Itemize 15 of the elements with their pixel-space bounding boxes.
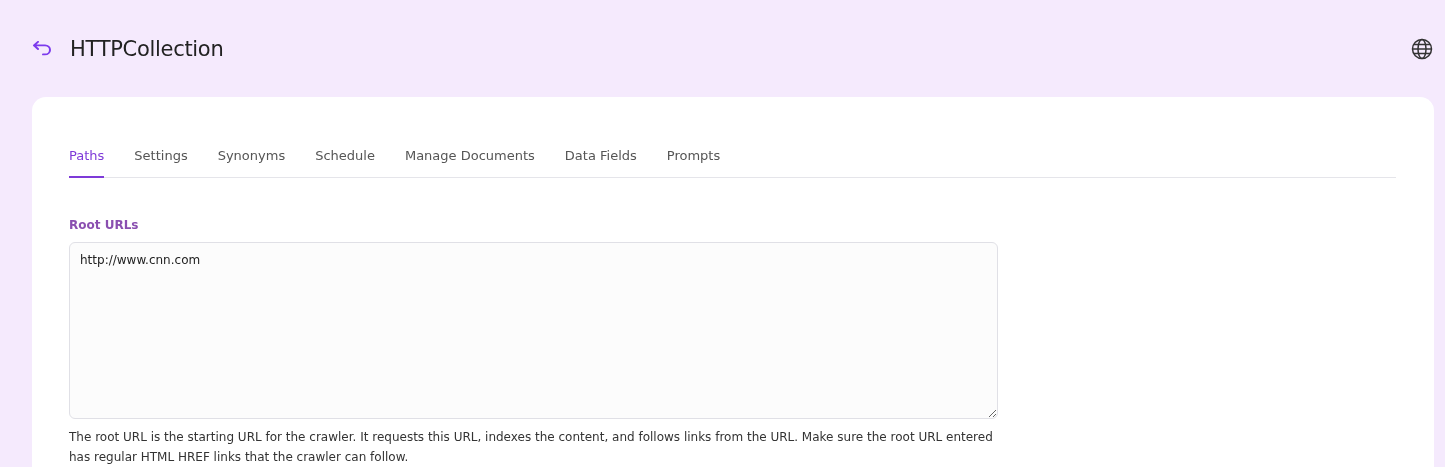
tab[interactable]: Data Fields — [564, 143, 637, 178]
globe-icon — [1411, 37, 1433, 60]
tab[interactable]: Settings — [134, 143, 188, 178]
back-button[interactable] — [32, 40, 52, 57]
root-urls-field[interactable]: http://www.cnn.com — [69, 242, 998, 419]
tab[interactable]: Synonyms — [217, 143, 286, 178]
help-text: The root URL is the starting URL for the crawler. It requests this URL, indexes the content, and follows links from the URL. Make sure the root URL entered has regular HTML HREF links that the crawler can follow. — [69, 429, 994, 466]
tab[interactable]: Schedule — [315, 143, 375, 178]
back-arrow-icon — [32, 40, 52, 57]
tab[interactable]: Paths — [69, 143, 105, 178]
field-label: Root URLs — [69, 218, 140, 232]
page-title: HTTPCollection — [70, 36, 225, 61]
tab[interactable]: Manage Documents — [404, 143, 535, 178]
language-button[interactable] — [1411, 37, 1433, 60]
tab[interactable]: Prompts — [666, 143, 721, 178]
